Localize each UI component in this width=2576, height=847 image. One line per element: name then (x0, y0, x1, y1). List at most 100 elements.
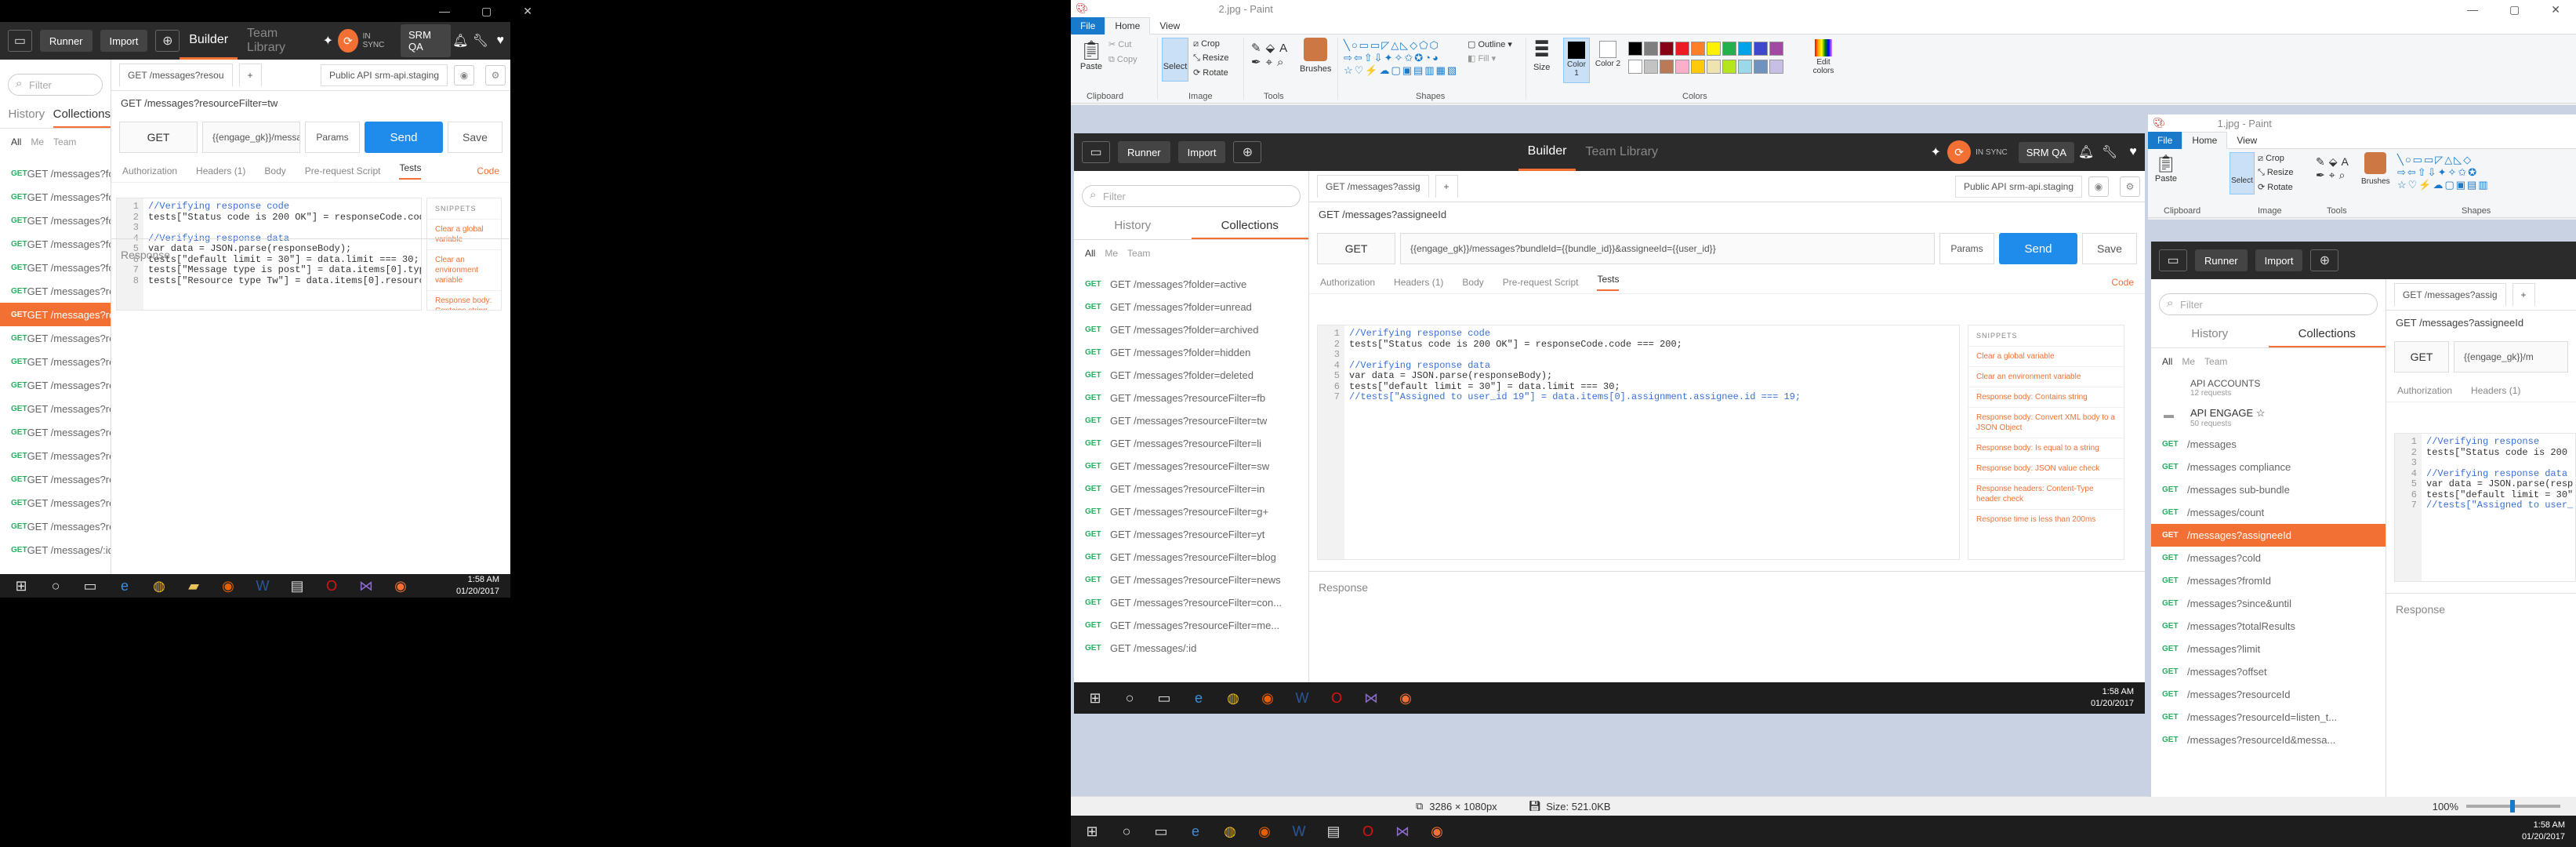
tab-headers[interactable]: Headers (1) (196, 165, 245, 176)
tab-collections[interactable]: Collections (1191, 213, 1308, 239)
tests-editor[interactable]: 1234567 //Verifying response code tests["… (1317, 325, 1960, 560)
word-icon[interactable]: W (249, 573, 276, 599)
request-item[interactable]: GETGET /messages?resourceFilter=news (0, 467, 111, 491)
sync-icon[interactable]: ⟳ (338, 29, 358, 53)
paste-button[interactable]: 📋︎ Paste (1077, 39, 1105, 71)
request-item[interactable]: GET GET /messages?resourceFilter=fb (1074, 387, 1308, 409)
tab-tests[interactable]: Tests (399, 162, 422, 180)
code-link[interactable]: Code (2111, 277, 2134, 288)
word-icon[interactable]: W (1286, 818, 1312, 845)
brushes-button[interactable]: Brushes (2361, 152, 2390, 186)
fill-button[interactable]: ◧ Fill ▾ (1468, 53, 1496, 64)
request-item[interactable]: GET/messages?since&until (2151, 592, 2386, 615)
snippet-item[interactable]: Clear an environment variable (1968, 366, 2124, 387)
environment-select[interactable]: Public API srm-api.staging (320, 64, 448, 86)
subtab-me[interactable]: Me (31, 136, 44, 147)
color-swatch[interactable] (1707, 60, 1721, 74)
edit-colors-button[interactable]: Edit colors (1808, 39, 1839, 75)
shapes-gallery[interactable]: ╲○▭▭◸△◺◇ ⇨⇦⇧⇩✦✧✩✪ ☆♡⚡☁▢▣▤▥ (2397, 154, 2515, 191)
request-item[interactable]: GET GET /messages?resourceFilter=sw (1074, 455, 1308, 478)
import-button[interactable]: Import (2255, 249, 2303, 271)
opera-icon[interactable]: O (1355, 818, 1381, 845)
request-item[interactable]: GETGET /messages?folder=hidden (0, 232, 111, 256)
request-item[interactable]: GETGET /messages?resourceFilter=tw (1074, 409, 1308, 432)
tab-authorization[interactable]: Authorization (2397, 385, 2452, 396)
settings-gear-icon[interactable]: ⚙ (2120, 176, 2140, 197)
request-item[interactable]: GET/messages?fromId (2151, 569, 2386, 592)
tab-collections[interactable]: Collections (53, 102, 111, 128)
tool-icons[interactable]: ✎⬙A ✒⌖⌕ (2316, 155, 2353, 182)
minimize-icon[interactable]: — (439, 5, 450, 18)
builder-tab[interactable]: Builder (180, 22, 238, 60)
tab-collections[interactable]: Collections (2268, 322, 2386, 347)
subtab-team[interactable]: Team (2204, 356, 2227, 367)
color-swatch[interactable] (1707, 42, 1721, 56)
edge-icon[interactable]: e (111, 573, 138, 599)
postman-taskbar-icon[interactable]: ◉ (387, 573, 414, 599)
paste-button[interactable]: 📋︎ Paste (2153, 154, 2179, 184)
subtab-team[interactable]: Team (1127, 248, 1150, 259)
request-item[interactable]: GETGET /messages?resourceFilter=in (0, 373, 111, 397)
save-button[interactable]: Save (2082, 233, 2137, 264)
cut-button[interactable]: ✂ Cut (1108, 39, 1131, 49)
color-swatch[interactable] (1675, 60, 1689, 74)
color-swatch[interactable] (1644, 42, 1658, 56)
import-button[interactable]: Import (100, 30, 148, 52)
taskview-icon[interactable]: ▭ (1148, 818, 1174, 845)
maximize-icon[interactable]: ▢ (481, 5, 492, 18)
postman-taskbar-icon[interactable]: ◉ (1424, 818, 1450, 845)
method-select[interactable]: GET (1317, 233, 1395, 264)
select-button[interactable]: Select (1162, 38, 1188, 82)
home-tab[interactable]: Home (1105, 16, 1151, 35)
crop-button[interactable]: ⧄ Crop (2258, 154, 2284, 164)
tab-authorization[interactable]: Authorization (122, 165, 177, 176)
request-item[interactable]: GETGET /messages?resourceFilter=yt (0, 420, 111, 444)
url-input[interactable]: {{engage_gk}}/messages?bundleId={{bundle… (1400, 233, 1935, 264)
subtab-all[interactable]: All (11, 136, 21, 147)
code-link[interactable]: Code (477, 165, 499, 176)
filter-input[interactable]: Filter (8, 74, 103, 96)
heart-icon[interactable]: ♥ (491, 30, 510, 52)
subtab-me[interactable]: Me (2182, 356, 2195, 367)
request-item[interactable]: GETGET /messages?resourceFilter=blog (0, 444, 111, 467)
home-tab[interactable]: Home (2182, 131, 2228, 149)
color1-button[interactable]: Color 1 (1563, 38, 1590, 83)
import-button[interactable]: Import (1177, 141, 1226, 163)
edge-icon[interactable]: e (1185, 685, 1212, 711)
tests-editor[interactable]: 1234567 //Verifying response tests["Statu… (2394, 433, 2576, 582)
team-library-tab[interactable]: Team Library (238, 27, 318, 55)
request-item[interactable]: GETGET /messages?resourceFilter=tw (0, 303, 111, 326)
snippet-item[interactable]: Clear a global variable (1968, 346, 2124, 366)
request-name[interactable]: GET /messages?resourceFilter=tw (111, 91, 510, 115)
request-item[interactable]: GETGET /messages?folder=deleted (0, 256, 111, 279)
tab-history[interactable]: History (0, 102, 53, 128)
request-item[interactable]: GET/messages?cold (2151, 547, 2386, 569)
eye-icon[interactable]: ◉ (2088, 176, 2109, 197)
request-item[interactable]: GET GET /messages?resourceFilter=con... (1074, 591, 1308, 614)
zoom-slider[interactable] (2466, 800, 2560, 812)
color-palette[interactable] (1627, 41, 1803, 77)
color-swatch[interactable] (1675, 42, 1689, 56)
sync-icon[interactable]: ⟳ (1947, 140, 1972, 164)
explorer-icon[interactable]: ▰ (180, 573, 207, 599)
eye-icon[interactable]: ◉ (454, 64, 474, 85)
file-tab[interactable]: File (2148, 131, 2182, 149)
request-item[interactable]: GETGET /messages?resourceFilter=in (1074, 478, 1308, 500)
tab-headers[interactable]: Headers (1) (1394, 277, 1443, 288)
start-icon[interactable]: ⊞ (8, 573, 34, 599)
heart-icon[interactable]: ♥ (2121, 141, 2145, 163)
request-tab[interactable]: GET /messages?resou (119, 64, 233, 86)
opera-icon[interactable]: O (318, 573, 345, 599)
runner-button[interactable]: Runner (39, 30, 93, 52)
url-input[interactable]: {{engage_gk}}/messages?bundleId={{bundle… (202, 122, 300, 153)
close-icon[interactable]: ✕ (2551, 3, 2560, 16)
request-item[interactable]: GET GET /messages?resourceFilter=g+ (1074, 500, 1308, 523)
request-item[interactable]: GETGET /messages?folder=deleted (1074, 364, 1308, 387)
vs-icon[interactable]: ⋈ (1358, 685, 1384, 711)
request-item[interactable]: GET/messages?assigneeId (2151, 524, 2386, 547)
color-swatch[interactable] (1691, 42, 1705, 56)
request-item[interactable]: GETGET /messages?resourceFilter=li (0, 326, 111, 350)
request-tab[interactable]: GET /messages?assig (2394, 283, 2506, 306)
star-icon[interactable]: ☆ (2256, 407, 2266, 419)
subtab-all[interactable]: All (2162, 356, 2172, 367)
